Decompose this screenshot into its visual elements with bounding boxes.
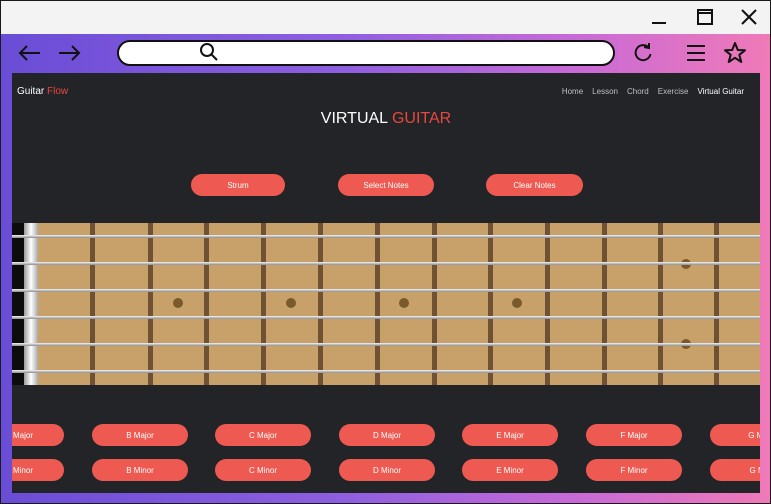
nav-home[interactable]: Home bbox=[562, 87, 583, 96]
guitar-nut bbox=[24, 223, 38, 385]
maximize-button[interactable] bbox=[690, 5, 720, 29]
favorite-button[interactable] bbox=[722, 40, 748, 66]
browser-toolbar bbox=[1, 34, 770, 71]
nav-lesson[interactable]: Lesson bbox=[592, 87, 618, 96]
page-title-accent: GUITAR bbox=[391, 110, 452, 127]
chord-f-minor-button[interactable]: F Minor bbox=[586, 459, 682, 481]
star-icon bbox=[724, 42, 746, 63]
back-arrow-icon bbox=[18, 45, 40, 61]
headstock bbox=[12, 223, 24, 385]
address-bar[interactable] bbox=[117, 40, 615, 66]
reload-icon bbox=[634, 43, 652, 62]
nav-exercise[interactable]: Exercise bbox=[658, 87, 689, 96]
close-icon bbox=[741, 9, 757, 25]
select-notes-button[interactable]: Select Notes bbox=[338, 174, 434, 196]
page-viewport: Guitar Flow Home Lesson Chord Exercise V… bbox=[12, 73, 760, 493]
minimize-icon bbox=[652, 22, 666, 24]
reload-button[interactable] bbox=[630, 40, 656, 66]
menu-icon bbox=[687, 45, 705, 61]
chord-g-minor-button[interactable]: G Mi bbox=[710, 459, 760, 481]
chord-c-major-button[interactable]: C Major bbox=[215, 424, 311, 446]
brand-name-accent: Flow bbox=[47, 86, 69, 97]
chord-e-major-button[interactable]: E Major bbox=[462, 424, 558, 446]
chord-a-minor-button[interactable]: Minor bbox=[12, 459, 64, 481]
search-icon bbox=[200, 43, 218, 61]
back-button[interactable] bbox=[17, 40, 43, 66]
title-bar bbox=[1, 1, 770, 34]
minimize-button[interactable] bbox=[644, 5, 674, 29]
brand-name: Guitar bbox=[17, 86, 45, 97]
chord-b-minor-button[interactable]: B Minor bbox=[92, 459, 188, 481]
forward-button[interactable] bbox=[56, 40, 82, 66]
clear-notes-button[interactable]: Clear Notes bbox=[486, 174, 583, 196]
nav-chord[interactable]: Chord bbox=[627, 87, 649, 96]
brand-logo[interactable]: Guitar Flow bbox=[17, 86, 68, 97]
chord-f-major-button[interactable]: F Major bbox=[586, 424, 682, 446]
chord-g-major-button[interactable]: G Ma bbox=[710, 424, 760, 446]
chord-d-minor-button[interactable]: D Minor bbox=[339, 459, 435, 481]
page-title: VIRTUAL GUITAR bbox=[12, 110, 760, 128]
page-title-main: VIRTUAL bbox=[320, 110, 388, 127]
forward-arrow-icon bbox=[59, 45, 81, 61]
chord-e-minor-button[interactable]: E Minor bbox=[462, 459, 558, 481]
maximize-icon bbox=[697, 9, 713, 25]
menu-button[interactable] bbox=[683, 40, 709, 66]
chord-c-minor-button[interactable]: C Minor bbox=[215, 459, 311, 481]
nav-virtual-guitar[interactable]: Virtual Guitar bbox=[697, 87, 744, 96]
fretboard-wood bbox=[12, 223, 760, 385]
guitar-fretboard[interactable] bbox=[12, 223, 760, 385]
site-nav: Home Lesson Chord Exercise Virtual Guita… bbox=[562, 87, 744, 96]
strum-button[interactable]: Strum bbox=[191, 174, 285, 196]
chord-a-major-button[interactable]: Major bbox=[12, 424, 64, 446]
chord-d-major-button[interactable]: D Major bbox=[339, 424, 435, 446]
close-button[interactable] bbox=[734, 5, 764, 29]
content-area: Guitar Flow Home Lesson Chord Exercise V… bbox=[1, 71, 770, 503]
chord-b-major-button[interactable]: B Major bbox=[92, 424, 188, 446]
browser-window: Guitar Flow Home Lesson Chord Exercise V… bbox=[0, 0, 771, 504]
